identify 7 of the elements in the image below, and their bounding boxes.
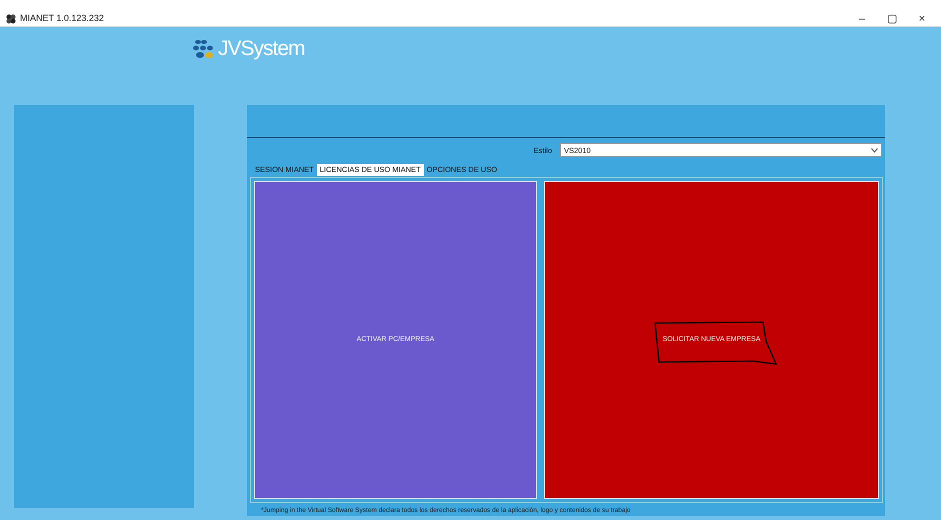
app-icon bbox=[6, 14, 16, 24]
minimize-button[interactable]: – bbox=[847, 10, 877, 28]
maximize-button[interactable]: ▢ bbox=[877, 10, 907, 28]
close-button[interactable]: × bbox=[907, 10, 937, 28]
logo: JVSystem bbox=[192, 33, 305, 64]
window-title: MIANET 1.0.123.232 bbox=[20, 12, 104, 26]
chevron-down-icon bbox=[871, 148, 878, 153]
